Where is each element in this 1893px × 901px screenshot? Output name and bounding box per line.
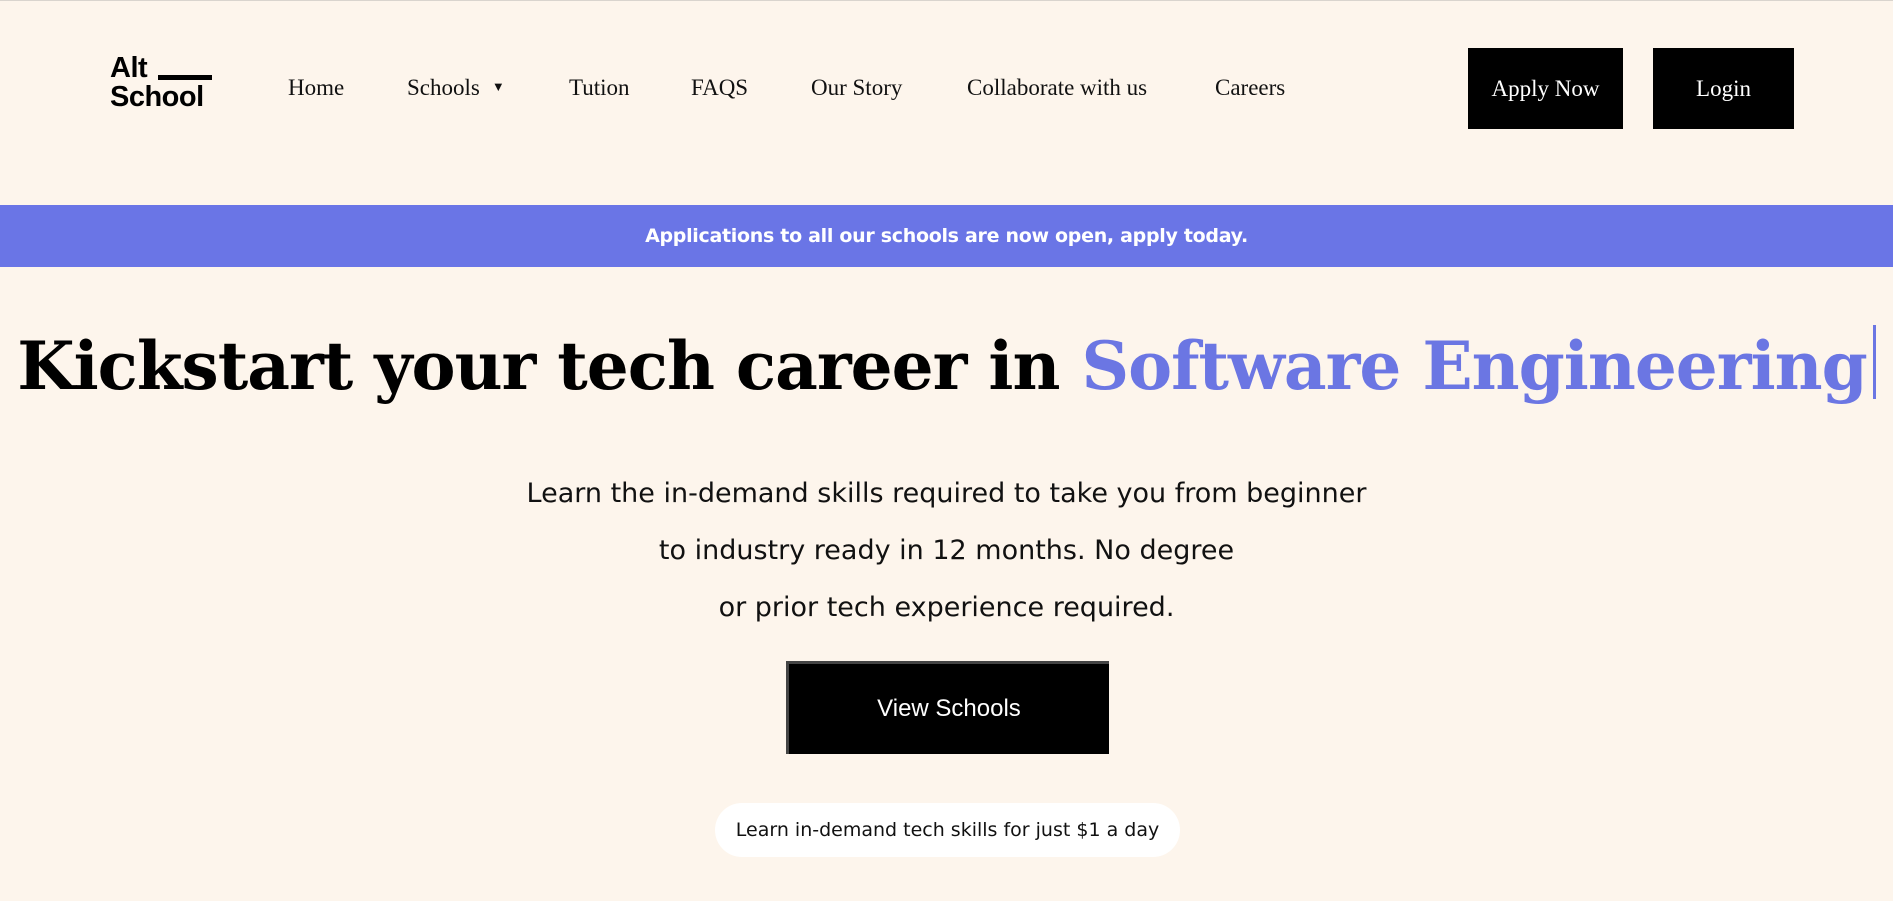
banner-text: Applications to all our schools are now … [645, 225, 1248, 247]
nav-tution[interactable]: Tution [569, 72, 630, 104]
nav-careers[interactable]: Careers [1215, 72, 1285, 104]
hero-subtitle-line-1: Learn the in-demand skills required to t… [526, 478, 1367, 509]
typing-cursor [1872, 325, 1876, 399]
logo-line-1: Alt [110, 52, 148, 84]
hero-title-prefix: Kickstart your tech career in [17, 327, 1060, 405]
nav-collaborate[interactable]: Collaborate with us [967, 72, 1147, 104]
nav-schools-label: Schools [407, 75, 480, 100]
hero-subtitle-line-2: to industry ready in 12 months. No degre… [658, 535, 1235, 566]
hero-subtitle-line-3: or prior tech experience required. [718, 592, 1175, 623]
logo-bar [158, 75, 212, 80]
site-header: Alt School Home Schools ▼ Tution FAQS Our… [0, 0, 1893, 205]
nav-faqs[interactable]: FAQS [691, 72, 748, 104]
nav-home[interactable]: Home [288, 72, 344, 104]
chevron-down-icon: ▼ [491, 79, 505, 94]
nav-our-story[interactable]: Our Story [811, 72, 902, 104]
view-schools-button[interactable]: View Schools [786, 661, 1109, 754]
logo-line-2: School [110, 81, 204, 113]
pricing-pill: Learn in-demand tech skills for just $1 … [715, 803, 1180, 857]
altschool-logo[interactable]: Alt School [110, 54, 214, 112]
apply-now-button[interactable]: Apply Now [1468, 48, 1623, 129]
pricing-pill-text: Learn in-demand tech skills for just $1 … [735, 819, 1160, 841]
hero-title: Kickstart your tech career in Software E… [0, 318, 1893, 414]
announcement-banner: Applications to all our schools are now … [0, 205, 1893, 267]
login-button[interactable]: Login [1653, 48, 1794, 129]
hero-subtitle: Learn the in-demand skills required to t… [0, 465, 1893, 636]
nav-schools[interactable]: Schools ▼ [407, 72, 505, 107]
hero-title-accent: Software Engineering [1081, 327, 1867, 405]
